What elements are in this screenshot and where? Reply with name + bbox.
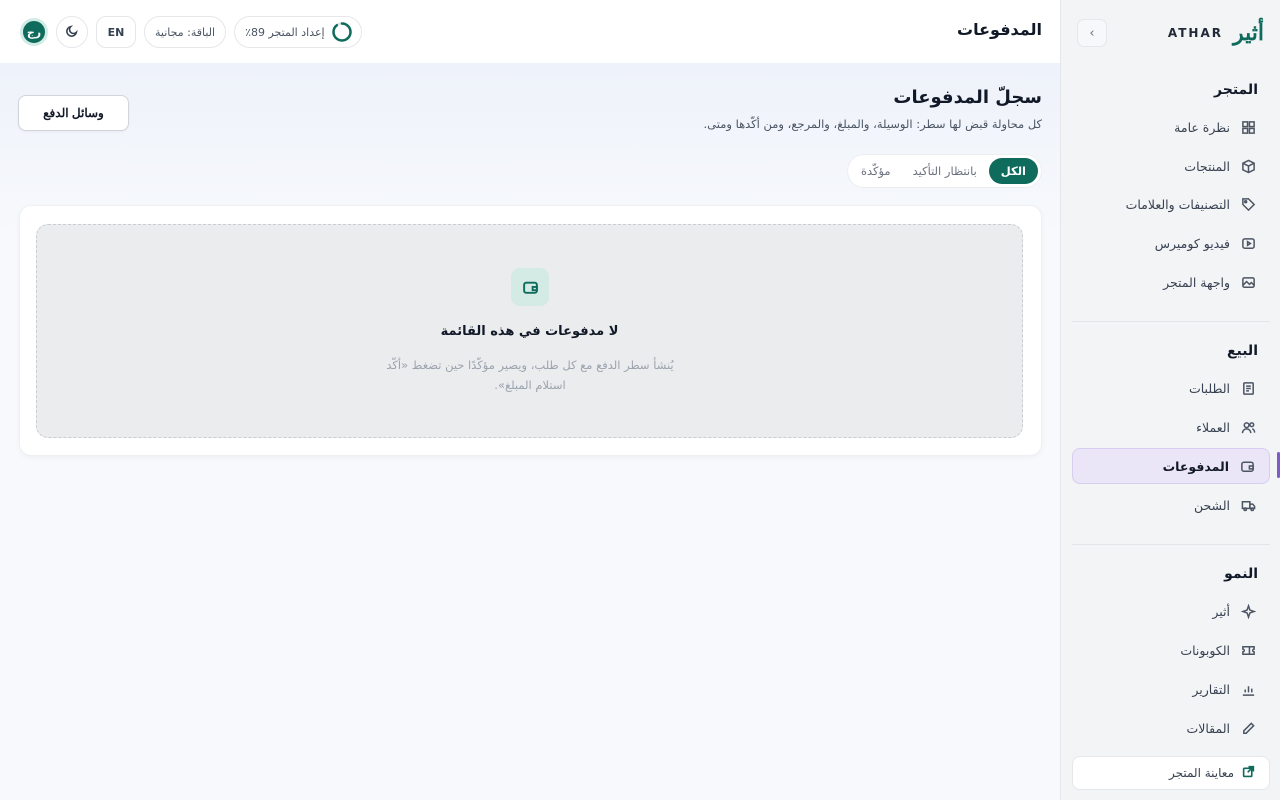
empty-state: لا مدفوعات في هذه القائمة يُنشأ سطر الدف… [36, 224, 1023, 438]
sidebar-item-athar-ai[interactable]: أثير [1072, 593, 1270, 629]
empty-state-title: لا مدفوعات في هذه القائمة [440, 324, 619, 339]
sparkle-icon [1240, 603, 1256, 619]
sidebar-item-customers[interactable]: العملاء [1072, 409, 1270, 445]
sidebar-item-label: المقالات [1186, 720, 1230, 736]
collapse-sidebar-button[interactable]: › [1077, 19, 1107, 47]
brand[interactable]: أثير ATHAR [1168, 18, 1264, 48]
storefront-preview-link[interactable]: معاينة المتجر [1072, 756, 1270, 790]
ticket-icon [1240, 642, 1256, 658]
sidebar-item-label: العملاء [1196, 419, 1230, 435]
chevron-right-icon: › [1089, 25, 1095, 41]
brand-logo: أثير [1232, 20, 1264, 46]
storefront-preview-label: معاينة المتجر [1169, 766, 1234, 780]
external-link-icon [1242, 765, 1255, 781]
payments-log-title: سجلّ المدفوعات [893, 87, 1042, 108]
topbar-controls: رج EN الباقة: مجانية إعداد المتجر 89٪ [20, 16, 362, 48]
main-content: سجلّ المدفوعات كل محاولة قبض لها سطر: ال… [0, 63, 1060, 800]
sidebar-divider [1072, 321, 1270, 322]
image-icon [1240, 274, 1256, 290]
sidebar-item-label: الكوبونات [1180, 642, 1230, 658]
topbar: المدفوعات رج EN الباقة: مجانية إعداد الم… [0, 0, 1060, 63]
sidebar-item-label: الشحن [1193, 497, 1230, 513]
sidebar-item-categories[interactable]: التصنيفات والعلامات [1072, 186, 1270, 222]
tag-icon [1240, 196, 1256, 212]
box-icon [1240, 158, 1256, 174]
theme-toggle-button[interactable] [56, 16, 88, 48]
video-icon [1240, 235, 1256, 251]
sidebar-item-label: المدفوعات [1162, 458, 1229, 474]
filter-tab-pending[interactable]: بانتظار التأكيد [903, 158, 987, 184]
users-icon [1240, 419, 1256, 435]
nav-section-store-title: المتجر [1214, 82, 1258, 98]
sidebar-divider [1072, 544, 1270, 545]
sidebar-item-label: المنتجات [1184, 158, 1230, 174]
sidebar-item-articles[interactable]: المقالات [1072, 710, 1270, 746]
receipt-icon [1240, 380, 1256, 396]
grid-icon [1240, 119, 1256, 135]
setup-progress-ring [331, 22, 352, 42]
sidebar-item-shipping[interactable]: الشحن [1072, 487, 1270, 523]
sidebar-item-payments[interactable]: المدفوعات [1072, 448, 1270, 484]
language-toggle-button[interactable]: EN [96, 16, 136, 48]
sidebar-item-label: الطلبات [1188, 380, 1230, 396]
filter-tab-confirmed[interactable]: مؤكّدة [851, 158, 901, 184]
payment-methods-button[interactable]: وسائل الدفع [18, 95, 129, 131]
sidebar-item-overview[interactable]: نظرة عامة [1072, 109, 1270, 145]
chart-icon [1240, 681, 1256, 697]
page-title: المدفوعات [957, 20, 1042, 39]
sidebar-item-label: أثير [1212, 603, 1230, 619]
sidebar-item-products[interactable]: المنتجات [1072, 148, 1270, 184]
sidebar-item-label: التصنيفات والعلامات [1125, 196, 1230, 212]
nav-section-growth-title: النمو [1224, 566, 1258, 582]
sidebar-item-label: نظرة عامة [1174, 119, 1230, 135]
payment-status-filter: الكل بانتظار التأكيد مؤكّدة [846, 154, 1042, 188]
plan-badge[interactable]: الباقة: مجانية [144, 16, 227, 48]
wallet-icon [511, 268, 549, 306]
filter-tab-all[interactable]: الكل [988, 158, 1038, 184]
payments-log-subtitle: كل محاولة قبض لها سطر: الوسيلة، والمبلغ،… [703, 117, 1043, 131]
sidebar-item-coupons[interactable]: الكوبونات [1072, 632, 1270, 668]
store-setup-progress[interactable]: إعداد المتجر 89٪ [234, 16, 362, 48]
sidebar-item-label: واجهة المتجر [1163, 274, 1230, 290]
payments-card: لا مدفوعات في هذه القائمة يُنشأ سطر الدف… [19, 205, 1042, 456]
avatar[interactable]: رج [20, 18, 48, 46]
sidebar-item-storefront[interactable]: واجهة المتجر [1072, 264, 1270, 300]
brand-name: ATHAR [1167, 26, 1223, 40]
moon-icon [65, 23, 79, 42]
sidebar-item-reports[interactable]: التقارير [1072, 671, 1270, 707]
setup-progress-label: إعداد المتجر 89٪ [245, 25, 325, 39]
sidebar: أثير ATHAR › المتجر نظرة عامة المنتجات ا… [1060, 0, 1280, 800]
sidebar-item-label: فيديو كوميرس [1154, 235, 1230, 251]
nav-section-sales-title: البيع [1226, 343, 1258, 359]
sidebar-item-video-commerce[interactable]: فيديو كوميرس [1072, 225, 1270, 261]
truck-icon [1240, 497, 1256, 513]
empty-state-description: يُنشأ سطر الدفع مع كل طلب، ويصير مؤكّدًا… [386, 358, 674, 392]
wallet-icon [1239, 458, 1255, 474]
sidebar-item-orders[interactable]: الطلبات [1072, 370, 1270, 406]
pen-icon [1240, 720, 1256, 736]
sidebar-item-label: التقارير [1192, 681, 1230, 697]
